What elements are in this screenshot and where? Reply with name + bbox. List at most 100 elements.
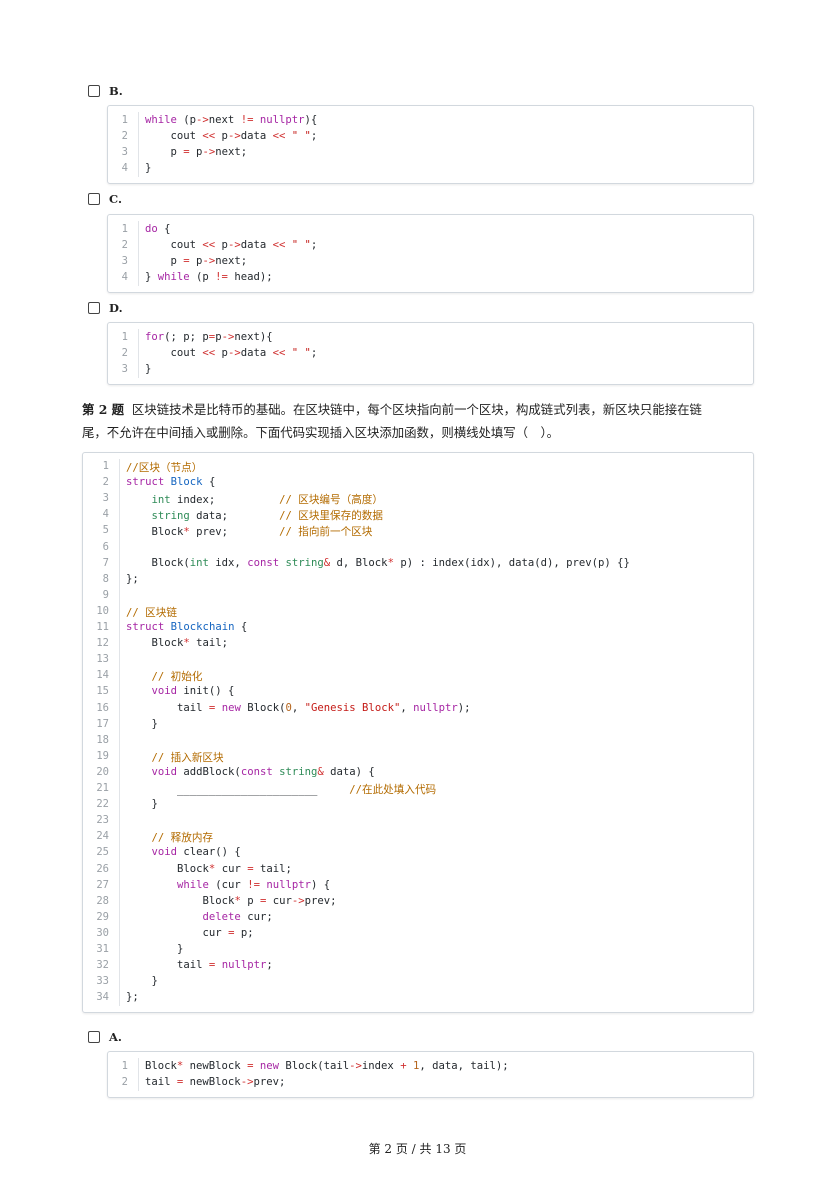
line-number: 1 <box>121 223 128 235</box>
code-line: // 区块链 <box>126 606 177 619</box>
code-line: Block(int idx, const string& d, Block* p… <box>126 556 630 569</box>
line-number: 19 <box>96 749 109 762</box>
code-line: struct Blockchain { <box>126 621 248 633</box>
code-line: struct Block { <box>126 476 216 489</box>
line-number: 1 <box>102 460 109 472</box>
page-footer: 第 2 页 / 共 13 页 <box>368 1142 467 1156</box>
line-number: 4 <box>102 508 109 521</box>
code-line: while (p->next != nullptr){ <box>145 114 318 126</box>
line-number: 31 <box>96 943 109 955</box>
line-number: 3 <box>121 146 128 158</box>
code-line: p = p->next; <box>145 255 248 267</box>
line-number: 16 <box>96 701 109 714</box>
line-number: 12 <box>96 637 109 650</box>
line-number: 8 <box>102 572 109 585</box>
code-line: void clear() { <box>151 846 241 859</box>
code-gutter-divider <box>138 112 139 177</box>
line-number: 1 <box>121 114 128 126</box>
code-line: // 插入新区块 <box>151 751 224 764</box>
line-number: 9 <box>102 588 109 601</box>
code-line: } <box>126 943 184 955</box>
code-line: for(; p; p=p->next){ <box>145 331 273 343</box>
code-line: // 释放内存 <box>151 832 214 845</box>
code-gutter-divider <box>138 221 139 286</box>
code-line: tail = new Block(0, "Genesis Block", nul… <box>126 701 471 714</box>
code-line: Block* prev; // 指向前一个区块 <box>126 526 373 539</box>
option-b[interactable]: B. <box>88 82 123 100</box>
code-line: cout << p->data << " "; <box>145 239 318 251</box>
code-gutter-divider <box>119 459 120 1006</box>
code-line: }; <box>126 991 139 1004</box>
line-number: 18 <box>96 733 109 746</box>
code-line: Block* tail; <box>126 637 229 650</box>
line-number: 4 <box>121 162 128 174</box>
line-number: 22 <box>96 798 109 811</box>
line-number: 2 <box>121 1076 128 1088</box>
question-code-block: 1 //区块（节点） 2 struct Block { 3 int index; // … <box>82 452 754 1013</box>
line-number: 3 <box>121 255 128 267</box>
code-line: ______________________ //在此处填入代码 <box>126 784 437 796</box>
line-number: 33 <box>96 975 109 988</box>
code-line: } <box>145 363 152 375</box>
option-a-checkbox[interactable] <box>88 1031 100 1043</box>
code-line: cur = p; <box>126 926 254 939</box>
code-line: p = p->next; <box>145 146 248 158</box>
code-line: string data; // 区块里保存的数据 <box>151 510 383 523</box>
line-number: 32 <box>96 959 109 972</box>
option-b-label: B. <box>109 84 123 98</box>
line-number: 17 <box>96 717 109 730</box>
code-line: Block* newBlock = new Block(tail->index … <box>145 1060 509 1072</box>
line-number: 7 <box>102 556 109 569</box>
line-number: 2 <box>102 476 109 489</box>
line-number: 1 <box>121 1060 128 1072</box>
code-gutter-divider <box>138 1058 139 1091</box>
code-line: } <box>126 798 158 811</box>
line-number: 25 <box>96 846 109 859</box>
code-line: } <box>126 717 158 730</box>
code-line: delete cur; <box>202 910 273 923</box>
option-b-checkbox[interactable] <box>88 85 100 97</box>
code-line: //区块（节点） <box>126 462 203 474</box>
code-line: do { <box>145 223 171 235</box>
code-line: Block* cur = tail; <box>126 862 292 875</box>
code-line: int index; // 区块编号（高度） <box>151 494 383 507</box>
line-number: 3 <box>102 492 109 505</box>
line-number: 1 <box>121 331 128 343</box>
line-number: 2 <box>121 347 128 359</box>
code-line: Block* p = cur->prev; <box>126 894 337 907</box>
line-number: 20 <box>96 765 109 778</box>
code-line: void addBlock(const string& data) { <box>151 765 375 778</box>
line-number: 24 <box>96 830 109 843</box>
line-number: 5 <box>102 524 109 537</box>
option-d-checkbox[interactable] <box>88 302 100 314</box>
option-c-code-block: 1 do {2 cout << p->data << " "; 3 p = p->n… <box>107 214 754 293</box>
option-a-code-block: 1 Block* newBlock = new Block(tail->index… <box>107 1051 754 1098</box>
option-d-code-block: 1 for(; p; p=p->next){2 cout << p->data <… <box>107 322 754 385</box>
option-b-code-block: 1 while (p->next != nullptr){2 cout << p-… <box>107 105 754 184</box>
option-a-label: A. <box>109 1030 122 1044</box>
code-line: } <box>145 162 152 174</box>
line-number: 29 <box>96 910 109 923</box>
code-line: }; <box>126 572 139 585</box>
line-number: 21 <box>96 782 109 794</box>
line-number: 3 <box>121 363 128 375</box>
line-number: 6 <box>102 540 109 553</box>
line-number: 11 <box>96 621 109 633</box>
code-line: tail = nullptr; <box>126 959 273 972</box>
option-c-checkbox[interactable] <box>88 193 100 205</box>
question-text-line1: 区块链技术是比特币的基础。在区块链中，每个区块指向前一个区块，构成链式列表，新区… <box>131 402 702 417</box>
question-2-text: 第 2 题 区块链技术是比特币的基础。在区块链中，每个区块指向前一个区块，构成链… <box>82 398 754 444</box>
line-number: 15 <box>96 685 109 698</box>
line-number: 14 <box>96 669 109 682</box>
line-number: 27 <box>96 878 109 891</box>
line-number: 4 <box>121 271 128 283</box>
line-number: 26 <box>96 862 109 875</box>
option-d[interactable]: D. <box>88 299 123 317</box>
code-gutter-divider <box>138 329 139 378</box>
option-a[interactable]: A. <box>88 1028 122 1046</box>
code-line: while (cur != nullptr) { <box>177 878 331 891</box>
option-c[interactable]: C. <box>88 190 122 208</box>
code-line: } <box>126 975 158 988</box>
line-number: 13 <box>96 653 109 666</box>
code-line: cout << p->data << " "; <box>145 130 318 142</box>
